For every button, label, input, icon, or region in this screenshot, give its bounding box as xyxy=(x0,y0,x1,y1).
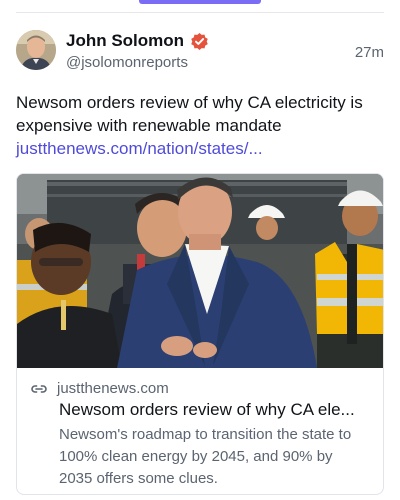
card-description: Newsom's roadmap to transition the state… xyxy=(59,426,352,487)
card-title[interactable]: Newsom orders review of why CA ele... xyxy=(59,400,371,420)
post-link[interactable]: justthenews.com/nation/states/... xyxy=(16,137,384,160)
link-preview-image[interactable] xyxy=(17,174,383,368)
active-tab-indicator xyxy=(139,0,261,4)
post-text: Newsom orders review of why CA electrici… xyxy=(16,93,363,135)
post-timestamp: 27m xyxy=(354,44,384,61)
post-header: John Solomon @jsolomonreports 27m xyxy=(16,30,384,74)
card-domain-row: justthenews.com xyxy=(31,380,169,397)
post-body: Newsom orders review of why CA electrici… xyxy=(16,91,384,160)
avatar[interactable] xyxy=(16,30,56,70)
top-divider xyxy=(16,12,384,13)
author-name[interactable]: John Solomon xyxy=(66,31,209,51)
author-handle[interactable]: @jsolomonreports xyxy=(66,54,188,71)
link-icon xyxy=(31,384,47,393)
verified-badge-icon xyxy=(191,32,208,50)
card-domain: justthenews.com xyxy=(57,380,169,397)
author-name-text[interactable]: John Solomon xyxy=(66,31,184,51)
link-preview-card[interactable]: justthenews.com Newsom orders review of … xyxy=(16,173,384,495)
